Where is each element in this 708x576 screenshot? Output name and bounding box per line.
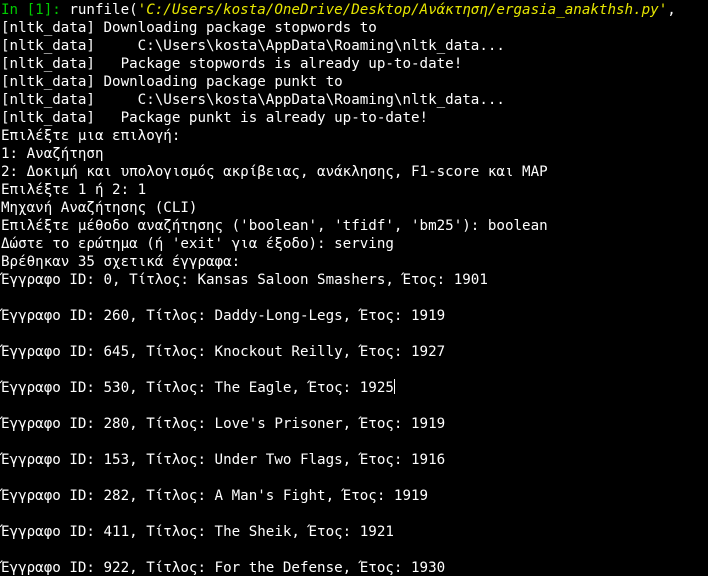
output-line: Επιλέξτε 1 ή 2: 1 <box>1 182 147 198</box>
input-prompt-line: In [1]: runfile('C:/Users/kosta/OneDrive… <box>1 1 676 19</box>
result-line: Έγγραφο ID: 645, Τίτλος: Knockout Reilly… <box>1 344 446 360</box>
output-line: Δώστε το ερώτημα (ή 'exit' για έξοδο): s… <box>1 236 394 252</box>
runfile-command: runfile( <box>60 2 138 18</box>
ipython-console[interactable]: In [1]: runfile('C:/Users/kosta/OneDrive… <box>0 0 708 576</box>
output-line: [nltk_data] Downloading package punkt to <box>1 74 343 90</box>
output-line: Βρέθηκαν 35 σχετικά έγγραφα: <box>1 254 241 270</box>
result-text: Έγγραφο ID: 530, Τίτλος: The Eagle, Έτος… <box>1 380 394 396</box>
output-line: [nltk_data] C:\Users\kosta\AppData\Roami… <box>1 92 505 108</box>
result-line: Έγγραφο ID: 153, Τίτλος: Under Two Flags… <box>1 452 446 468</box>
output-line: [nltk_data] C:\Users\kosta\AppData\Roami… <box>1 38 505 54</box>
output-line: 2: Δοκιμή και υπολογισμός ακρίβειας, ανά… <box>1 164 548 180</box>
result-line: Έγγραφο ID: 411, Τίτλος: The Sheik, Έτος… <box>1 524 394 540</box>
output-line: Επιλέξτε μια επιλογή: <box>1 128 181 144</box>
command-tail: , <box>667 2 676 18</box>
output-line: Επιλέξτε μέθοδο αναζήτησης ('boolean', '… <box>1 218 548 234</box>
result-line: Έγγραφο ID: 282, Τίτλος: A Man's Fight, … <box>1 488 429 504</box>
text-cursor <box>393 379 395 394</box>
output-line: 1: Αναζήτηση <box>1 146 104 162</box>
result-line: Έγγραφο ID: 0, Τίτλος: Kansas Saloon Sma… <box>1 272 488 288</box>
result-line-with-cursor: Έγγραφο ID: 530, Τίτλος: The Eagle, Έτος… <box>1 379 395 397</box>
result-line: Έγγραφο ID: 280, Τίτλος: Love's Prisoner… <box>1 416 446 432</box>
output-line: [nltk_data] Package punkt is already up-… <box>1 110 429 126</box>
output-line: [nltk_data] Downloading package stopword… <box>1 20 377 36</box>
output-line: Μηχανή Αναζήτησης (CLI) <box>1 200 198 216</box>
result-line: Έγγραφο ID: 260, Τίτλος: Daddy-Long-Legs… <box>1 308 446 324</box>
result-line: Έγγραφο ID: 922, Τίτλος: For the Defense… <box>1 560 446 576</box>
output-line: [nltk_data] Package stopwords is already… <box>1 56 463 72</box>
script-path: 'C:/Users/kosta/OneDrive/Desktop/Ανάκτησ… <box>137 2 668 18</box>
input-prompt-label: In [1]: <box>1 2 61 18</box>
